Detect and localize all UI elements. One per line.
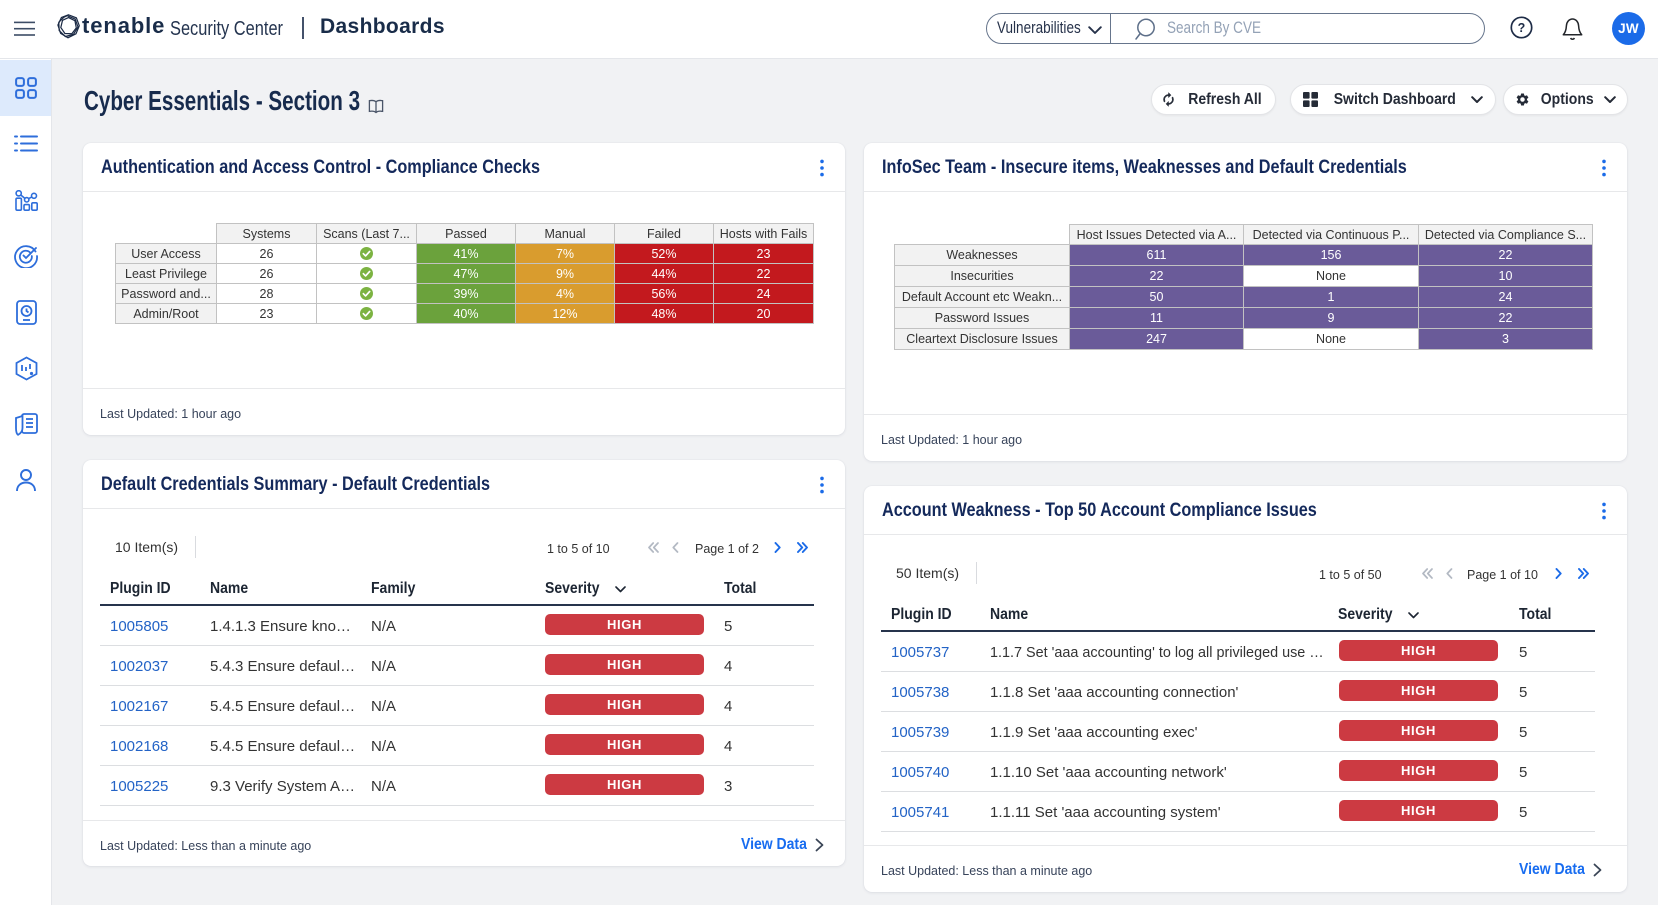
svg-text:?: ? xyxy=(1518,21,1526,35)
